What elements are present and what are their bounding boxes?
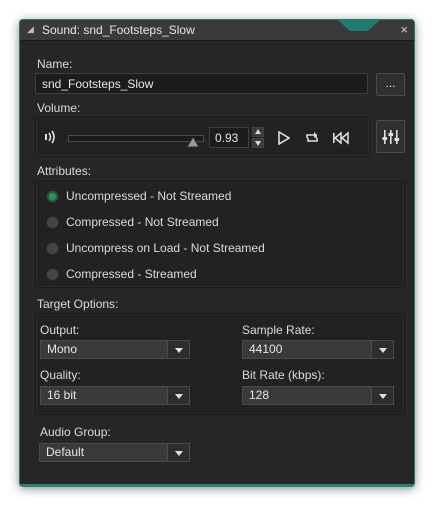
radio-icon[interactable]: [46, 242, 59, 255]
chevron-down-icon[interactable]: [372, 340, 394, 359]
volume-slider-track[interactable]: [68, 135, 204, 142]
sound-editor-window: ◢ Sound: snd_Footsteps_Slow × Name: snd_…: [19, 19, 415, 487]
name-label: Name:: [37, 57, 73, 71]
attribute-option[interactable]: Compressed - Not Streamed: [36, 208, 404, 234]
attributes-label: Attributes:: [37, 164, 92, 178]
output-select[interactable]: Mono: [40, 340, 190, 359]
attribute-option[interactable]: Compressed - Streamed: [36, 260, 404, 286]
mixer-icon: [382, 130, 400, 144]
speaker-icon[interactable]: [44, 130, 58, 144]
chevron-down-icon[interactable]: [372, 386, 394, 405]
output-value: Mono: [40, 340, 168, 359]
sample-rate-value: 44100: [242, 340, 372, 359]
mixer-button[interactable]: [376, 120, 405, 153]
close-icon[interactable]: ×: [400, 22, 408, 37]
rewind-icon[interactable]: [332, 131, 350, 145]
radio-icon[interactable]: [46, 268, 59, 281]
target-options-label: Target Options:: [37, 297, 119, 311]
volume-decrement-icon[interactable]: [252, 138, 264, 148]
title-bar[interactable]: ◢ Sound: snd_Footsteps_Slow ×: [20, 20, 414, 41]
sample-rate-label: Sample Rate:: [242, 323, 315, 337]
sample-rate-select[interactable]: 44100: [242, 340, 394, 359]
attribute-option-label: Compressed - Not Streamed: [66, 215, 219, 229]
bit-rate-label: Bit Rate (kbps):: [242, 368, 325, 382]
volume-panel: 0.93: [35, 117, 370, 157]
window-title: Sound: snd_Footsteps_Slow: [42, 23, 195, 37]
attributes-panel: Uncompressed - Not Streamed Compressed -…: [35, 181, 405, 288]
loop-icon[interactable]: [304, 131, 320, 145]
title-notch-decoration: [338, 20, 380, 31]
attribute-option-label: Uncompress on Load - Not Streamed: [66, 241, 265, 255]
collapse-arrow-icon[interactable]: ◢: [27, 24, 34, 35]
quality-select[interactable]: 16 bit: [40, 386, 190, 405]
volume-increment-icon[interactable]: [252, 127, 264, 137]
audio-group-label: Audio Group:: [40, 425, 111, 439]
name-input[interactable]: snd_Footsteps_Slow: [35, 73, 368, 94]
play-icon[interactable]: [278, 131, 290, 145]
radio-icon[interactable]: [46, 216, 59, 229]
chevron-down-icon[interactable]: [168, 386, 190, 405]
chevron-down-icon[interactable]: [168, 443, 190, 462]
audio-group-select[interactable]: Default: [39, 443, 190, 462]
radio-icon[interactable]: [46, 190, 59, 203]
volume-value-input[interactable]: 0.93: [209, 127, 249, 148]
attribute-option-label: Uncompressed - Not Streamed: [66, 189, 232, 203]
volume-label: Volume:: [37, 101, 81, 115]
target-options-panel: Output: Mono Sample Rate: 44100 Quality:…: [35, 313, 405, 415]
volume-slider-thumb[interactable]: [186, 137, 199, 148]
attribute-option-label: Compressed - Streamed: [66, 267, 197, 281]
attribute-option[interactable]: Uncompress on Load - Not Streamed: [36, 234, 404, 260]
bit-rate-select[interactable]: 128: [242, 386, 394, 405]
attribute-option[interactable]: Uncompressed - Not Streamed: [36, 182, 404, 208]
chevron-down-icon[interactable]: [168, 340, 190, 359]
quality-value: 16 bit: [40, 386, 168, 405]
quality-label: Quality:: [40, 368, 81, 382]
audio-group-value: Default: [39, 443, 168, 462]
browse-button[interactable]: ...: [376, 73, 405, 96]
bit-rate-value: 128: [242, 386, 372, 405]
output-label: Output:: [40, 323, 80, 337]
